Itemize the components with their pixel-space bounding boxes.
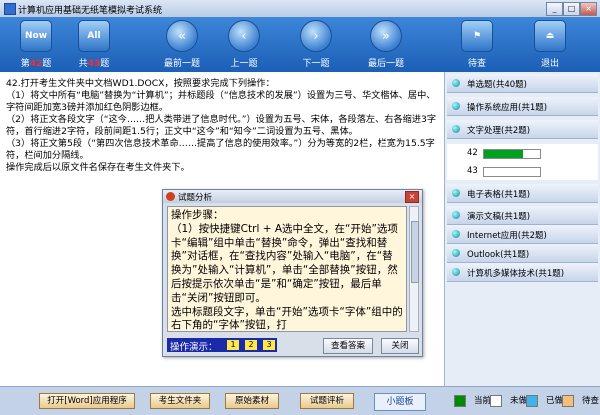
original-material-button[interactable]: 原始素材 [225,393,279,409]
category-bullet-icon [452,268,460,276]
next-question-label: 下一题 [302,59,330,69]
demo-label: 操作演示： [170,342,218,353]
category-os[interactable]: 操作系统应用(共1题) [447,97,598,116]
view-answer-button[interactable]: 查看答案 [323,338,373,354]
next-question-button[interactable]: › 下一题 [294,20,338,69]
open-word-button[interactable]: 打开[Word]应用程序 [39,393,135,409]
analysis-paragraph: （1）按快捷键Ctrl + A选中全文，在“开始”选项卡“编辑”组中单击“替换”… [171,222,398,304]
window-title: 计算机应用基础无纸笔模拟考试系统 [18,6,163,16]
bottom-bar: 打开[Word]应用程序 考生文件夹 原始素材 试题评析 小题板 当前 未做 已… [0,386,600,415]
title-bar: 计算机应用基础无纸笔模拟考试系统 _ □ × [0,0,600,18]
category-multimedia[interactable]: 计算机多媒体技术(共1题) [447,263,598,282]
category-bullet-icon [452,79,460,87]
category-bullet-icon [452,230,460,238]
category-bullet-icon [452,189,460,197]
question-line: （3）将正文第5段（“第四次信息技术革命……提高了信息的使用效率。”）分为等宽的… [6,138,435,161]
total-questions-label: 共43题 [78,59,110,69]
category-bullet-icon [452,102,460,110]
question-row-42[interactable]: 42 [447,144,598,162]
last-question-button[interactable]: » 最后一题 [364,20,408,69]
dialog-icon [166,192,175,201]
question-category-panel: 单选题(共40题) 操作系统应用(共1题) 文字处理(共2题) 42 43 电子… [445,72,600,386]
progress-fill [484,150,524,158]
analysis-scrollbar[interactable] [409,206,419,332]
dialog-close-button[interactable]: × [405,191,419,203]
category-word-processing[interactable]: 文字处理(共2题) [447,120,598,139]
mark-review-label: 待查 [467,59,486,69]
category-outlook[interactable]: Outlook(共1题) [447,244,598,263]
total-questions-button[interactable]: All 共43题 [72,20,116,69]
scrollbar-thumb[interactable] [411,221,419,283]
exit-label: 退出 [540,59,559,69]
question-text: 42.打开考生文件夹中文档WD1.DOCX，按照要求完成下列操作： （1）将文中… [6,78,438,174]
legend-swatch [490,394,502,407]
all-icon: All [78,20,110,52]
legend-swatch [526,394,538,407]
legend-current: 当前 [454,394,491,407]
progress-bar [483,167,541,177]
app-icon [4,3,16,15]
demo-panel: 操作演示： 1 2 3 [167,338,277,353]
analysis-button[interactable]: 试题评析 [300,393,354,409]
first-question-button[interactable]: « 最前一题 [160,20,204,69]
category-bullet-icon [452,211,460,219]
exit-door-icon: ⏏ [534,20,566,52]
legend-review: 待查 [562,394,599,407]
prev-question-button[interactable]: ‹ 上一题 [222,20,266,69]
maximize-button[interactable]: □ [563,2,580,16]
double-right-arrow-icon: » [370,20,402,52]
left-arrow-icon: ‹ [228,20,260,52]
first-question-label: 最前一题 [163,59,200,69]
current-question-label: 第42题 [20,59,52,69]
analysis-text[interactable]: 操作步骤： （1）按快捷键Ctrl + A选中全文，在“开始”选项卡“编辑”组中… [167,206,407,332]
progress-bar [483,149,541,159]
question-line: 42.打开考生文件夹中文档WD1.DOCX，按照要求完成下列操作： [6,78,275,89]
mark-review-button[interactable]: ⚑ 待查 [455,20,499,69]
last-question-label: 最后一题 [367,59,404,69]
question-line: （1）将文中所有“电脑”替换为“计算机”；并标题段（“信息技术的发展”）设置为三… [6,90,436,113]
category-spreadsheet[interactable]: 电子表格(共1题) [447,184,598,203]
category-single-choice[interactable]: 单选题(共40题) [447,74,598,93]
analysis-paragraph: 选中标题段文字，单击“开始”选项卡“字体”组中的右下角的“字体”按钮，打 [171,305,403,332]
demo-step-2[interactable]: 2 [245,340,257,350]
right-arrow-icon: › [300,20,332,52]
category-bullet-icon [452,125,460,133]
analysis-paragraph: 操作步骤： [171,209,224,221]
legend-done: 已做 [526,394,563,407]
current-question-button[interactable]: Now 第42题 [14,20,58,69]
legend-swatch [562,394,574,407]
category-internet[interactable]: Internet应用(共2题) [447,225,598,244]
legend-swatch [454,394,466,407]
dialog-close-text-button[interactable]: 关闭 [381,338,419,354]
close-window-button[interactable]: × [580,2,597,16]
demo-step-1[interactable]: 1 [227,340,239,350]
prev-question-label: 上一题 [230,59,258,69]
legend-undone: 未做 [490,394,527,407]
question-line: 操作完成后以原文件名保存在考生文件夹下。 [6,162,190,173]
question-line: （2）将正文各段文字（“这今……把人类带进了信息时代。”）设置为五号、宋体，各段… [6,114,437,137]
student-folder-button[interactable]: 考生文件夹 [150,393,210,409]
dialog-title-bar[interactable]: 试题分析 × [163,190,422,203]
question-row-43[interactable]: 43 [447,162,598,180]
category-presentation[interactable]: 演示文稿(共1题) [447,206,598,225]
category-bullet-icon [452,249,460,257]
toolbar: Now 第42题 All 共43题 « 最前一题 ‹ 上一题 › 下一题 » 最… [0,17,600,72]
demo-step-3[interactable]: 3 [263,340,275,350]
analysis-dialog: 试题分析 × 操作步骤： （1）按快捷键Ctrl + A选中全文，在“开始”选项… [162,189,423,357]
minimize-button[interactable]: _ [546,2,563,16]
exit-button[interactable]: ⏏ 退出 [528,20,572,69]
dialog-title: 试题分析 [178,193,213,203]
double-left-arrow-icon: « [166,20,198,52]
small-board-button[interactable]: 小题板 [374,393,426,411]
now-icon: Now [20,20,52,52]
bookmark-icon: ⚑ [461,20,493,52]
